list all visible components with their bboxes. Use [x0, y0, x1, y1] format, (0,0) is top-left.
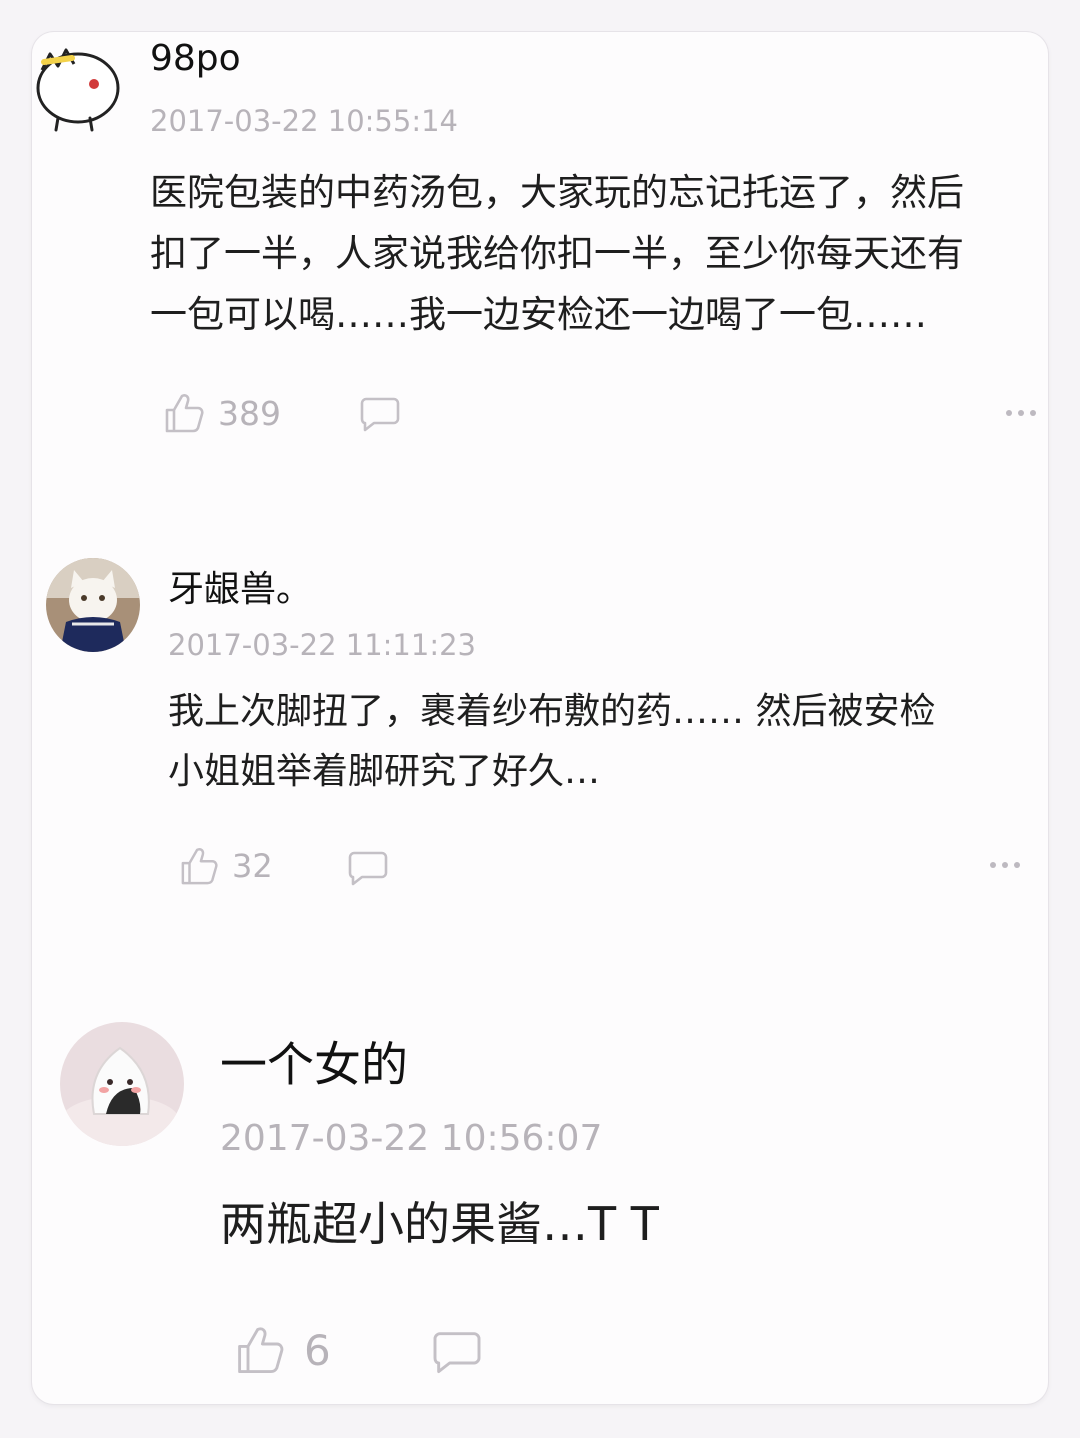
cartoon-bird-avatar[interactable]: [32, 40, 124, 132]
rice-ball-avatar[interactable]: [60, 1022, 184, 1146]
thumbs-up-icon: [180, 846, 218, 886]
like-count: 32: [232, 847, 273, 885]
speech-bubble-icon: [360, 396, 400, 432]
comment-timestamp: 2017-03-22 10:55:14: [150, 104, 458, 138]
comment-timestamp: 2017-03-22 11:11:23: [168, 628, 476, 662]
like-button[interactable]: 6: [236, 1324, 331, 1376]
comment-text: 两瓶超小的果酱…T T: [220, 1197, 659, 1251]
speech-bubble-icon: [432, 1330, 482, 1374]
comment-card: 98po 2017-03-22 10:55:14 医院包装的中药汤包，大家玩的忘…: [32, 32, 1048, 1404]
comment-timestamp: 2017-03-22 10:56:07: [220, 1118, 603, 1159]
speech-bubble-icon: [348, 850, 388, 886]
comment-username[interactable]: 98po: [150, 38, 241, 79]
reply-button[interactable]: [348, 850, 388, 886]
more-dots-icon[interactable]: [1006, 410, 1036, 416]
comment-username[interactable]: 一个女的: [220, 1026, 408, 1095]
more-dots-icon[interactable]: [990, 862, 1020, 868]
white-cat-avatar[interactable]: [46, 558, 140, 652]
like-button[interactable]: 389: [164, 392, 281, 434]
comment-text: 医院包装的中药汤包，大家玩的忘记托运了，然后 扣了一半，人家说我给你扣一半，至少…: [150, 171, 964, 336]
like-count: 389: [218, 393, 281, 433]
reply-button[interactable]: [432, 1330, 482, 1374]
thumbs-up-icon: [236, 1324, 284, 1376]
comment-username[interactable]: 牙龈兽。: [168, 560, 312, 612]
like-count: 6: [304, 1325, 331, 1375]
comment-text: 我上次脚扭了，裹着纱布敷的药…… 然后被安检 小姐姐举着脚研究了好久…: [168, 691, 936, 792]
thumbs-up-icon: [164, 392, 204, 434]
like-button[interactable]: 32: [180, 846, 273, 886]
reply-button[interactable]: [360, 396, 400, 432]
